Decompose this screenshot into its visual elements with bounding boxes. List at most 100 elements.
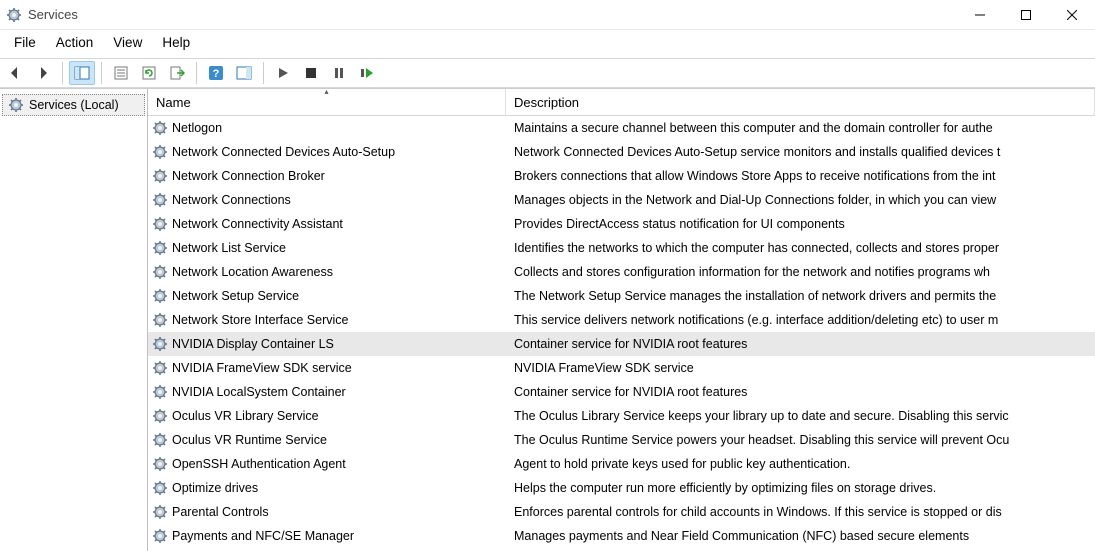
show-hide-action-pane-button[interactable] xyxy=(231,61,257,85)
tree-item-label: Services (Local) xyxy=(29,98,119,112)
maximize-button[interactable] xyxy=(1003,0,1049,29)
service-list[interactable]: Netlogon Maintains a secure channel betwe… xyxy=(148,116,1095,551)
service-row[interactable]: NVIDIA LocalSystem ContainerContainer se… xyxy=(148,380,1095,404)
service-description: The Oculus Library Service keeps your li… xyxy=(506,409,1095,423)
service-row[interactable]: NVIDIA Display Container LS Container ser… xyxy=(148,332,1095,356)
service-row[interactable]: Oculus VR Library Service The Oculus Libr… xyxy=(148,404,1095,428)
toolbar: ? xyxy=(0,58,1095,88)
service-description: Network Connected Devices Auto-Setup ser… xyxy=(506,145,1095,159)
service-description: The Oculus Runtime Service powers your h… xyxy=(506,433,1095,447)
service-name: Network Connections xyxy=(172,193,291,207)
service-name: Network Connectivity Assistant xyxy=(172,217,343,231)
service-description: Brokers connections that allow Windows S… xyxy=(506,169,1095,183)
gear-icon xyxy=(8,97,24,113)
refresh-button[interactable] xyxy=(136,61,162,85)
start-svc-button[interactable] xyxy=(270,61,296,85)
service-row[interactable]: Network Connection Broker Brokers connect… xyxy=(148,164,1095,188)
gear-icon xyxy=(152,528,168,544)
pause-svc-button[interactable] xyxy=(326,61,352,85)
forward-button[interactable] xyxy=(30,61,56,85)
service-description: Maintains a secure channel between this … xyxy=(506,121,1095,135)
service-row[interactable]: Network Store Interface Service This serv… xyxy=(148,308,1095,332)
gear-icon xyxy=(152,480,168,496)
gear-icon xyxy=(152,144,168,160)
help-button[interactable]: ? xyxy=(203,61,229,85)
gear-icon xyxy=(152,168,168,184)
service-row[interactable]: NVIDIA FrameView SDK service NVIDIA Frame… xyxy=(148,356,1095,380)
service-description: Agent to hold private keys used for publ… xyxy=(506,457,1095,471)
gear-icon xyxy=(152,360,168,376)
column-header-description[interactable]: Description xyxy=(506,89,1095,115)
gear-icon xyxy=(152,504,168,520)
service-description: The Network Setup Service manages the in… xyxy=(506,289,1095,303)
titlebar: Services xyxy=(0,0,1095,30)
menu-file[interactable]: File xyxy=(4,30,46,58)
app-gear-icon xyxy=(6,7,22,23)
show-hide-tree-button[interactable] xyxy=(69,61,95,85)
service-name: Network Location Awareness xyxy=(172,265,333,279)
service-row[interactable]: Netlogon Maintains a secure channel betwe… xyxy=(148,116,1095,140)
service-description: Helps the computer run more efficiently … xyxy=(506,481,1095,495)
tree-item-services-local[interactable]: Services (Local) xyxy=(2,94,145,116)
service-name: Network Setup Service xyxy=(172,289,299,303)
service-name: Optimize drives xyxy=(172,481,258,495)
service-description: Manages payments and Near Field Communic… xyxy=(506,529,1095,543)
service-description: Manages objects in the Network and Dial-… xyxy=(506,193,1095,207)
service-name: Oculus VR Library Service xyxy=(172,409,319,423)
gear-icon xyxy=(152,240,168,256)
service-description: Container service for NVIDIA root featur… xyxy=(506,337,1095,351)
properties-button[interactable] xyxy=(108,61,134,85)
service-row[interactable]: Network Location Awareness Collects and s… xyxy=(148,260,1095,284)
minimize-button[interactable] xyxy=(957,0,1003,29)
gear-icon xyxy=(152,384,168,400)
column-header-name[interactable]: ▴ Name xyxy=(148,89,506,115)
menu-view[interactable]: View xyxy=(103,30,152,58)
back-button[interactable] xyxy=(2,61,28,85)
service-row[interactable]: Network Setup Service The Network Setup S… xyxy=(148,284,1095,308)
gear-icon xyxy=(152,408,168,424)
list-header: ▴ Name Description xyxy=(148,89,1095,116)
service-name: Network Connected Devices Auto-Setup xyxy=(172,145,395,159)
service-row[interactable]: Parental ControlsEnforces parental contr… xyxy=(148,500,1095,524)
gear-icon xyxy=(152,288,168,304)
menu-action[interactable]: Action xyxy=(46,30,104,58)
service-name: OpenSSH Authentication Agent xyxy=(172,457,346,471)
service-row[interactable]: Network Connections Manages objects in th… xyxy=(148,188,1095,212)
service-row[interactable]: Payments and NFC/SE Manager Manages payme… xyxy=(148,524,1095,548)
service-name: Netlogon xyxy=(172,121,222,135)
service-name: Network Connection Broker xyxy=(172,169,325,183)
restart-svc-button[interactable] xyxy=(354,61,380,85)
service-name: Parental Controls xyxy=(172,505,269,519)
service-row[interactable]: Network Connected Devices Auto-Setup Netw… xyxy=(148,140,1095,164)
export-list-button[interactable] xyxy=(164,61,190,85)
service-name: Payments and NFC/SE Manager xyxy=(172,529,354,543)
svg-text:?: ? xyxy=(213,68,220,80)
service-name: NVIDIA Display Container LS xyxy=(172,337,334,351)
service-row[interactable]: Network List ServiceIdentifies the netwo… xyxy=(148,236,1095,260)
gear-icon xyxy=(152,432,168,448)
service-name: NVIDIA FrameView SDK service xyxy=(172,361,352,375)
service-description: Provides DirectAccess status notificatio… xyxy=(506,217,1095,231)
close-button[interactable] xyxy=(1049,0,1095,29)
gear-icon xyxy=(152,336,168,352)
service-row[interactable]: Network Connectivity Assistant Provides D… xyxy=(148,212,1095,236)
gear-icon xyxy=(152,312,168,328)
service-row[interactable]: Oculus VR Runtime Service The Oculus Runt… xyxy=(148,428,1095,452)
sort-asc-icon: ▴ xyxy=(324,89,328,96)
gear-icon xyxy=(152,264,168,280)
gear-icon xyxy=(152,456,168,472)
service-description: NVIDIA FrameView SDK service xyxy=(506,361,1095,375)
menu-help[interactable]: Help xyxy=(152,30,200,58)
service-row[interactable]: Optimize drives Helps the computer run mo… xyxy=(148,476,1095,500)
gear-icon xyxy=(152,120,168,136)
service-name: Network List Service xyxy=(172,241,286,255)
stop-svc-button[interactable] xyxy=(298,61,324,85)
service-description: Collects and stores configuration inform… xyxy=(506,265,1095,279)
service-description: This service delivers network notificati… xyxy=(506,313,1095,327)
service-description: Container service for NVIDIA root featur… xyxy=(506,385,1095,399)
service-name: Network Store Interface Service xyxy=(172,313,348,327)
service-name: Oculus VR Runtime Service xyxy=(172,433,327,447)
gear-icon xyxy=(152,192,168,208)
service-row[interactable]: OpenSSH Authentication Agent Agent to hol… xyxy=(148,452,1095,476)
list-pane: ▴ Name Description Netlogon Maintains a s… xyxy=(148,89,1095,551)
